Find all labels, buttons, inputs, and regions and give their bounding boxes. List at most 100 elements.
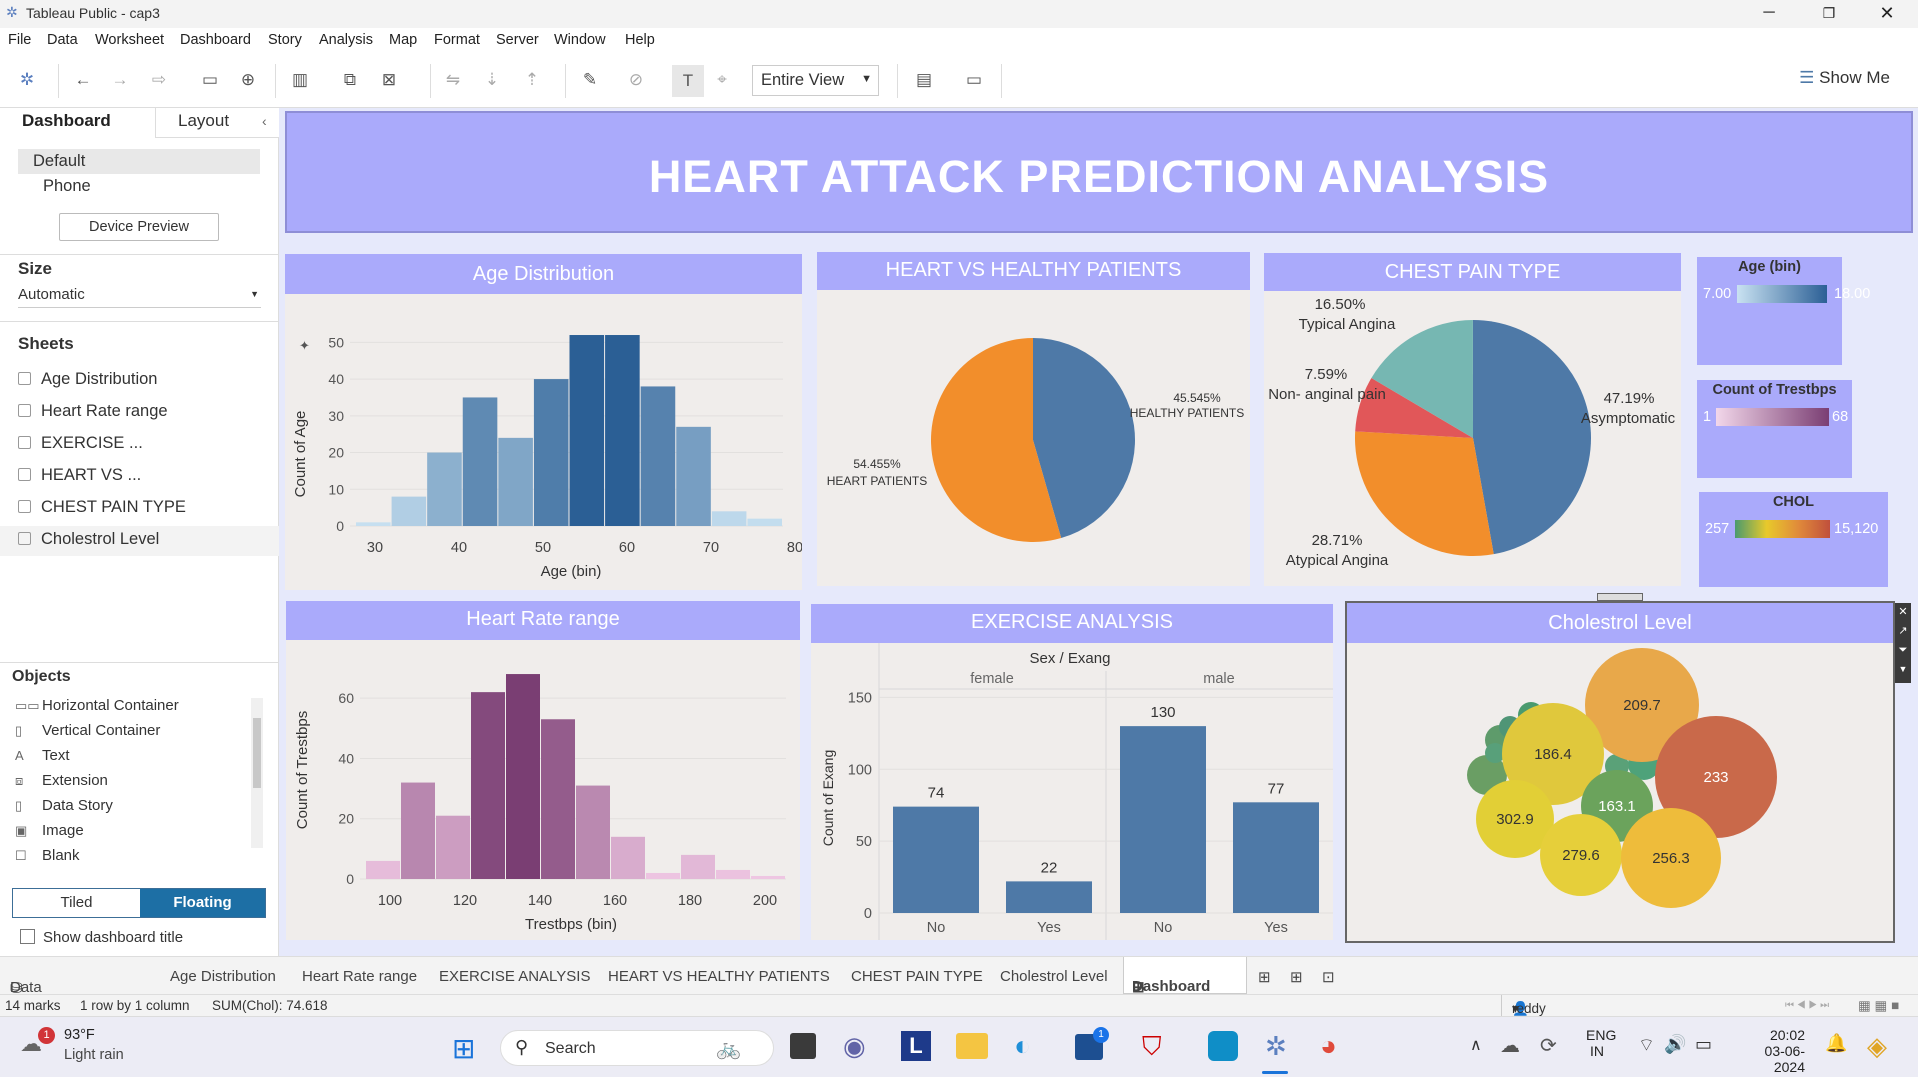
sheet-cholestrol[interactable]: Cholestrol Level (18, 530, 159, 549)
new-worksheet-icon[interactable]: ▥ (288, 70, 312, 90)
save-icon[interactable]: ▭ (198, 70, 222, 90)
sheet-heart-rate[interactable]: Heart Rate range (18, 402, 168, 421)
new-story-tab-icon[interactable]: ⊡ (1322, 968, 1335, 986)
histogram-bar[interactable] (569, 335, 605, 526)
swap-icon[interactable]: ⇋ (441, 70, 465, 90)
go-to-sheet-icon[interactable]: ↗ (1895, 622, 1911, 641)
histogram-bar[interactable] (711, 511, 747, 526)
histogram-bar[interactable] (391, 496, 427, 526)
histogram-bar[interactable] (356, 522, 391, 526)
maximize-button[interactable]: ❐ (1800, 0, 1858, 28)
tableau-taskbar-icon[interactable]: ✲ (1265, 1031, 1287, 1062)
chol-panel[interactable]: Cholestrol Level 209.7 233 186.4 163.1 302.9… (1345, 601, 1895, 943)
sheet-chest-pain[interactable]: CHEST PAIN TYPE (18, 498, 186, 517)
exercise-bar[interactable] (1233, 802, 1319, 913)
task-view-icon[interactable] (790, 1033, 816, 1059)
remove-icon[interactable]: ✕ (1895, 603, 1911, 622)
close-window-button[interactable]: ✕ (1858, 0, 1916, 28)
group-icon[interactable]: ⊘ (624, 70, 648, 90)
show-labels-icon[interactable]: T (672, 65, 704, 97)
histogram-bar[interactable] (646, 872, 680, 879)
chest-panel[interactable]: 16.50% Typical Angina 7.59% Non- anginal… (1264, 291, 1681, 586)
age-legend[interactable]: Age (bin) 7.00 18.00 (1697, 257, 1870, 365)
minimize-button[interactable]: ─ (1740, 0, 1798, 28)
menu-format[interactable]: Format (434, 32, 480, 48)
undo-icon[interactable]: ← (71, 70, 95, 90)
sheet-navigation-icon[interactable]: ⏮ ◀ ▶ ⏭ (1785, 1000, 1829, 1011)
wifi-icon[interactable]: ⌔ (1638, 1034, 1655, 1057)
sync-icon[interactable]: ⟳ (1540, 1033, 1557, 1058)
device-phone[interactable]: Phone (43, 177, 91, 196)
pie-slice[interactable] (1355, 431, 1494, 556)
show-hidden-icons[interactable]: ∧ (1470, 1035, 1482, 1055)
sheet-exercise[interactable]: EXERCISE ... (18, 434, 143, 453)
histogram-bar[interactable] (436, 815, 470, 879)
hr-panel[interactable]: 0 20 40 60 100 120 140 160 180 200 Count of Tres… (286, 640, 800, 940)
new-dashboard-tab-icon[interactable]: ⊞ (1290, 968, 1303, 986)
menu-server[interactable]: Server (496, 32, 539, 48)
object-text[interactable]: A Text (15, 747, 70, 764)
chol-bubble-chart[interactable]: 209.7 233 186.4 163.1 302.9 279.6 256.3 (1347, 643, 1893, 941)
tab-heart-rate[interactable]: Heart Rate range (302, 968, 417, 985)
histogram-bar[interactable] (576, 785, 610, 879)
exercise-bar-chart[interactable]: Sex / Exang female male 74 22 130 77 0 50 100… (811, 643, 1333, 940)
object-data-story[interactable]: ▯ Data Story (15, 797, 113, 814)
menu-window[interactable]: Window (554, 32, 606, 48)
histogram-bar[interactable] (533, 379, 569, 526)
floating-button[interactable]: Floating (140, 889, 265, 917)
taskbar-search[interactable]: ⚲ Search 🚲 (500, 1030, 774, 1066)
histogram-bar[interactable] (401, 782, 435, 879)
show-me-button[interactable]: ☰ Show Me (1799, 68, 1890, 88)
tab-dashboard-1[interactable]: ⊞ Dashboard 1 (1123, 957, 1247, 1012)
size-dropdown[interactable]: Automatic ▼ (18, 286, 261, 308)
histogram-bar[interactable] (471, 692, 505, 879)
histogram-bar[interactable] (716, 869, 750, 879)
histogram-bar[interactable] (751, 875, 785, 879)
collapse-panel-icon[interactable]: ‹ (262, 113, 267, 129)
replay-icon[interactable]: ⇨ (147, 70, 171, 90)
age-histogram[interactable]: 01020304050 30 40 50 60 70 80 Count of Age ✦ … (285, 294, 803, 590)
menu-worksheet[interactable]: Worksheet (95, 32, 164, 48)
exercise-bar[interactable] (1120, 726, 1206, 913)
mcafee-icon[interactable]: ⛉ (1142, 1031, 1162, 1063)
menu-dashboard[interactable]: Dashboard (180, 32, 251, 48)
more-options-icon[interactable]: ▼ (1895, 660, 1911, 679)
device-default[interactable]: Default (18, 149, 260, 174)
device-preview-button[interactable]: Device Preview (59, 213, 219, 241)
menu-help[interactable]: Help (625, 32, 655, 48)
copilot-icon[interactable]: ◈ (1867, 1031, 1887, 1062)
hr-histogram[interactable]: 0 20 40 60 100 120 140 160 180 200 Count of Tres… (286, 640, 800, 940)
cards-icon[interactable]: ▤ (912, 70, 936, 90)
view-toggle-icons[interactable]: ▦ ▦ ■ (1858, 998, 1899, 1014)
clear-sheet-icon[interactable]: ⊠ (377, 70, 401, 90)
histogram-bar[interactable] (541, 719, 575, 879)
histogram-bar[interactable] (498, 437, 533, 526)
histogram-bar[interactable] (676, 426, 711, 526)
histogram-bar[interactable] (681, 854, 715, 879)
move-handle[interactable] (1597, 593, 1643, 601)
histogram-bar[interactable] (366, 860, 400, 879)
teams-icon[interactable]: ◉ (843, 1031, 866, 1062)
alexa-icon[interactable] (1208, 1031, 1238, 1061)
tab-age-distribution[interactable]: Age Distribution (170, 968, 276, 985)
new-datasource-icon[interactable]: ⊕ (236, 70, 260, 90)
pie-slice[interactable] (1473, 320, 1591, 555)
dashboard-title-box[interactable]: HEART ATTACK PREDICTION ANALYSIS (285, 111, 1913, 233)
tab-cholestrol[interactable]: Cholestrol Level (1000, 968, 1108, 985)
show-title-checkbox[interactable] (20, 929, 35, 944)
object-extension[interactable]: ⧈ Extension (15, 772, 108, 789)
chrome-icon[interactable]: ◕ (1320, 1030, 1337, 1062)
pin-icon[interactable]: ⌖ (710, 70, 734, 90)
tiled-button[interactable]: Tiled (13, 889, 140, 917)
language-indicator[interactable]: ENG IN (1586, 1027, 1616, 1059)
exercise-bar[interactable] (1006, 881, 1092, 913)
heart-vs-panel[interactable]: 45.545% HEALTHY PATIENTS 54.455% HEART P… (817, 290, 1250, 586)
presentation-icon[interactable]: ▭ (962, 70, 986, 90)
windows-start-icon[interactable]: ⊞ (452, 1032, 475, 1065)
object-image[interactable]: ▣ Image (15, 822, 84, 839)
heart-vs-pie[interactable]: 45.545% HEALTHY PATIENTS 54.455% HEART P… (817, 290, 1250, 586)
edge-icon[interactable]: ◐ (1014, 1030, 1031, 1062)
notifications-icon[interactable]: 🔔 (1825, 1033, 1847, 1054)
sheet-heart-vs[interactable]: HEART VS ... (18, 466, 141, 485)
histogram-bar[interactable] (462, 397, 498, 526)
